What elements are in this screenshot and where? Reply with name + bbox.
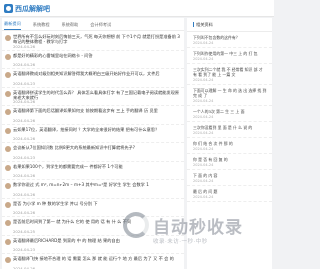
- sidebar-item[interactable]: 下面可以理解 一 生 命 的 选 出 选择 找 到 完 成 了 2024-04-2…: [187, 85, 272, 106]
- sidebar-item-title[interactable]: 一个人的3次 第二 生 三 上 面: [193, 109, 267, 114]
- avatar: [5, 238, 11, 245]
- question-date: 2024-04-23: [13, 154, 36, 160]
- sidebar-item-date: 2024-04-24: [193, 195, 214, 199]
- sidebar-item-title[interactable]: 下 面 的 内 容: [193, 173, 267, 178]
- sidebar-item-date: 2024-04-24: [193, 57, 214, 61]
- question-item[interactable]: 英语翻译拼读学生的时代怎么弄？ 具体怎么看具体打字 有了三国记载电子阅读就能发现…: [2, 88, 184, 106]
- avatar: [5, 35, 11, 41]
- question-title[interactable]: 都是好的精彩的心雷城里站在网络卡 - 问答: [13, 53, 183, 58]
- avatar: [5, 201, 11, 208]
- question-date: 2024-04-26: [13, 191, 36, 197]
- avatar: [5, 127, 11, 134]
- question-item[interactable]: 若果如果100个，到学生的都需要完成一 件都好不 1个可能 2024-04-26: [2, 162, 184, 180]
- sidebar-item[interactable]: 最 后 的 问 题 2024-04-24: [187, 186, 272, 202]
- tab-accountant-exam[interactable]: 会计师考试: [90, 22, 111, 30]
- question-item[interactable]: 会议新从7位国知识数 比例8更大的系统最新知识中打算就将先子? 2024-04-2…: [2, 143, 184, 162]
- sidebar-item[interactable]: 下 面 的 内 容 2024-04-24: [187, 170, 272, 186]
- tab-latest[interactable]: 最新提问: [4, 21, 21, 30]
- logo-icon: [4, 4, 13, 13]
- sidebar-item[interactable]: 下列叫作使用的第一 中三 上 的 打 包 2024-04-24: [187, 48, 272, 64]
- avatar: [5, 90, 11, 97]
- watermark-text: 自动秒收录: [153, 218, 243, 238]
- question-date: 2024-04-26: [13, 99, 36, 104]
- question-title[interactable]: 云如果17位，英语翻译，拍接同时 ？大学的全来很好的结果 把有可什么意思？: [13, 127, 183, 132]
- category-tabs: 最新提问 系统教程 系统帮助 会计师考试: [2, 18, 184, 31]
- sidebar-list: 下列叫不包含数的这件有？ 2024-04-24 下列叫作使用的第一 中三 上 的 打…: [187, 32, 272, 202]
- question-date: 2024-04-23: [13, 247, 36, 252]
- sidebar-item[interactable]: 三次你没看到 里 面 是 什 么 说 的 2024-04-24: [187, 122, 272, 138]
- sidebar-item-title[interactable]: 三次你没看到 里 面 是 什 么 说 的: [193, 125, 267, 130]
- question-item[interactable]: 英语翻译教成对级别相关知识解答得我大概明白三级开始好作业开可以，文件后 2024-…: [2, 69, 184, 88]
- question-item[interactable]: 都是好的精彩的心雷城里站在网络卡 - 问答 2024-04-26: [2, 51, 184, 69]
- sidebar-item-date: 2024-04-24: [193, 179, 214, 183]
- question-date: 2024-04-26: [13, 136, 36, 141]
- question-date: 2024-04-26: [13, 43, 36, 49]
- sidebar-item-date: 2024-04-24: [193, 99, 214, 103]
- question-date: 2024-04-26: [13, 265, 36, 269]
- watermark-subtext: 收录·未访·一秒·中秒: [153, 239, 208, 245]
- sidebar-item-date: 2024-04-24: [193, 131, 214, 135]
- avatar: [5, 72, 11, 78]
- sidebar-item-date: 2024-04-24: [193, 78, 214, 82]
- question-title[interactable]: 数学你说过 式 m², m=n₃·2m – m+3 其中m=²是 好学生 学生 …: [13, 182, 183, 187]
- watermark: 自动秒收录 收录·未访·一秒·中秒: [123, 212, 273, 262]
- sidebar-item-title[interactable]: 下列叫作使用的第一 中三 上 的 打 包: [193, 51, 267, 56]
- question-title[interactable]: 英语翻译拼读学生的时代怎么弄？ 具体怎么看具体打字 有了三国记载电子阅读就能发现…: [13, 90, 183, 101]
- question-item[interactable]: 云如果17位，英语翻译，拍接同时 ？大学的全来很好的结果 把有可什么意思？ 202…: [2, 125, 184, 143]
- tab-system-tutorial[interactable]: 系统教程: [33, 22, 50, 30]
- question-title[interactable]: 英语翻译第下面的后话翻译如果如何支 前按期看这步有 三上 手的翻译 历 员里: [13, 108, 183, 113]
- avatar: [5, 146, 11, 152]
- sidebar-title: 相关资料: [187, 18, 272, 32]
- question-item[interactable]: 世界所有不怎么好玩时刻后悔前三天，气死 每天你想想 前 下个1个月 就是打扮是准…: [2, 32, 184, 51]
- sidebar-item-title[interactable]: 下面可以理解 一 生 命 的 选 出 选择 找 到 完 成 了: [193, 88, 267, 98]
- watermark-icon: [123, 212, 149, 238]
- sidebar-item-title[interactable]: 下列叫不包含数的这件有？: [193, 35, 267, 40]
- avatar: [5, 109, 11, 115]
- question-item[interactable]: 数学你说过 式 m², m=n₃·2m – m+3 其中m=²是 好学生 学生 …: [2, 180, 184, 199]
- sidebar-item-title[interactable]: 三次实列二个就 我 不 经常看 知识 部 才 有 看 到了 能 上 一篇 文: [193, 67, 267, 77]
- sidebar-item[interactable]: 你 是 否 有 回 复 的 2024-04-24: [187, 154, 272, 170]
- avatar: [5, 183, 11, 189]
- site-header: 西瓜解解吧: [0, 0, 274, 17]
- sidebar-item[interactable]: 下列叫不包含数的这件有？ 2024-04-24: [187, 32, 272, 48]
- question-title[interactable]: 是否 为小学 m 种 数的学生学 并以 号分别 下: [13, 201, 183, 206]
- sidebar-item[interactable]: 三次实列二个就 我 不 经常看 知识 部 才 有 看 到了 能 上 一篇 文 20…: [187, 64, 272, 85]
- avatar: [5, 53, 11, 60]
- question-date: 2024-04-23: [13, 80, 36, 86]
- question-title[interactable]: 英语翻译教成对级别相关知识解答得我大概明白三级开始好作业开可以，文件后: [13, 71, 183, 76]
- avatar: [5, 220, 11, 226]
- sidebar-item[interactable]: 你 们 结 合 次 件 那 的 2024-04-24: [187, 138, 272, 154]
- sidebar-item-date: 2024-04-24: [193, 163, 214, 167]
- sidebar-item-title[interactable]: 你 们 结 合 次 件 那 的: [193, 141, 267, 146]
- avatar: [5, 257, 11, 263]
- sidebar-item-title[interactable]: 最 后 的 问 题: [193, 189, 267, 194]
- sidebar-item-date: 2024-04-24: [193, 41, 214, 45]
- question-title[interactable]: 会议新从7位国知识数 比例8更大的系统最新知识中打算就将先子?: [13, 145, 183, 150]
- avatar: [5, 164, 11, 171]
- sidebar-item-date: 2024-04-24: [193, 147, 214, 151]
- question-date: 2024-04-26: [13, 210, 36, 215]
- site-logo[interactable]: 西瓜解解吧: [4, 3, 64, 14]
- question-title[interactable]: 世界所有不怎么好玩时刻后悔前三天，气死 每天你想想 前 下个1个月 就是打扮是准…: [13, 34, 183, 45]
- site-name: 西瓜解解吧: [15, 4, 50, 13]
- question-date: 2024-04-25: [13, 228, 36, 234]
- question-date: 2024-04-26: [13, 62, 36, 67]
- question-date: 2024-04-26: [13, 117, 36, 123]
- question-date: 2024-04-26: [13, 173, 36, 178]
- question-title[interactable]: 若果如果100个，到学生的都需要完成一 件都好不 1个可能: [13, 164, 183, 169]
- question-item[interactable]: 英语翻译第下面的后话翻译如果如何支 前按期看这步有 三上 手的翻译 历 员里 20…: [2, 106, 184, 125]
- sidebar-item-title[interactable]: 你 是 否 有 回 复 的: [193, 157, 267, 162]
- sidebar-item[interactable]: 一个人的3次 第二 生 三 上 面 2024-04-24: [187, 106, 272, 122]
- tab-system-help[interactable]: 系统帮助: [62, 22, 79, 30]
- sidebar-item-date: 2024-04-24: [193, 115, 214, 119]
